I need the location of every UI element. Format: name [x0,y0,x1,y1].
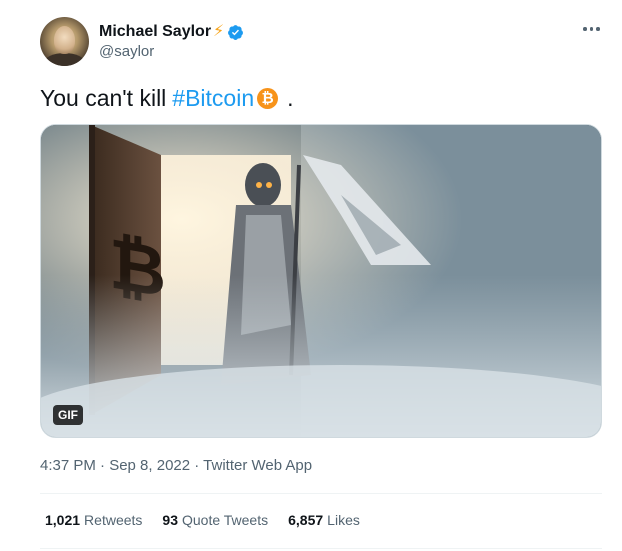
lightning-bolt-icon: ⚡ [213,23,225,40]
tweet-timestamp-source[interactable]: 4:37 PM · Sep 8, 2022 · Twitter Web App [40,457,312,474]
more-dot [596,27,600,31]
tweet-text-suffix: . [287,85,294,111]
tweet-stats: 1,021 Retweets 93 Quote Tweets 6,857 Likes [45,512,360,528]
retweets-label: Retweets [84,512,143,528]
author-display-name[interactable]: Michael Saylor [99,23,211,41]
tweet-media-gif[interactable]: ₿ GIF [40,124,602,438]
verified-badge-icon [228,24,244,40]
avatar-shoulders [44,53,85,66]
hashtag-link[interactable]: #Bitcoin [172,85,254,112]
author-name-row[interactable]: Michael Saylor ⚡ [99,21,244,43]
quote-tweets-label: Quote Tweets [181,512,269,528]
tweet-card: Michael Saylor ⚡ @saylor You can't kill … [0,0,622,551]
likes-label: Likes [327,512,360,528]
quote-tweets-count: 93 [162,512,178,528]
tweet-text-prefix: You can't kill [40,85,167,111]
more-horizontal-icon[interactable] [583,21,605,37]
avatar-face [54,26,75,54]
more-dot [589,27,593,31]
gif-badge: GIF [53,405,83,425]
gif-scene-illustration: ₿ [41,125,601,437]
tweet-text: You can't kill #Bitcoin ₿ . [40,85,294,112]
quote-tweets-stat[interactable]: 93 Quote Tweets [162,512,268,528]
likes-count: 6,857 [288,512,324,528]
retweets-stat[interactable]: 1,021 Retweets [45,512,142,528]
avatar[interactable] [40,17,89,66]
author-handle[interactable]: @saylor [99,43,154,60]
likes-stat[interactable]: 6,857 Likes [288,512,360,528]
retweets-count: 1,021 [45,512,81,528]
bitcoin-icon: ₿ [257,88,279,109]
divider [40,493,602,494]
divider [40,548,602,549]
more-dot [583,27,587,31]
